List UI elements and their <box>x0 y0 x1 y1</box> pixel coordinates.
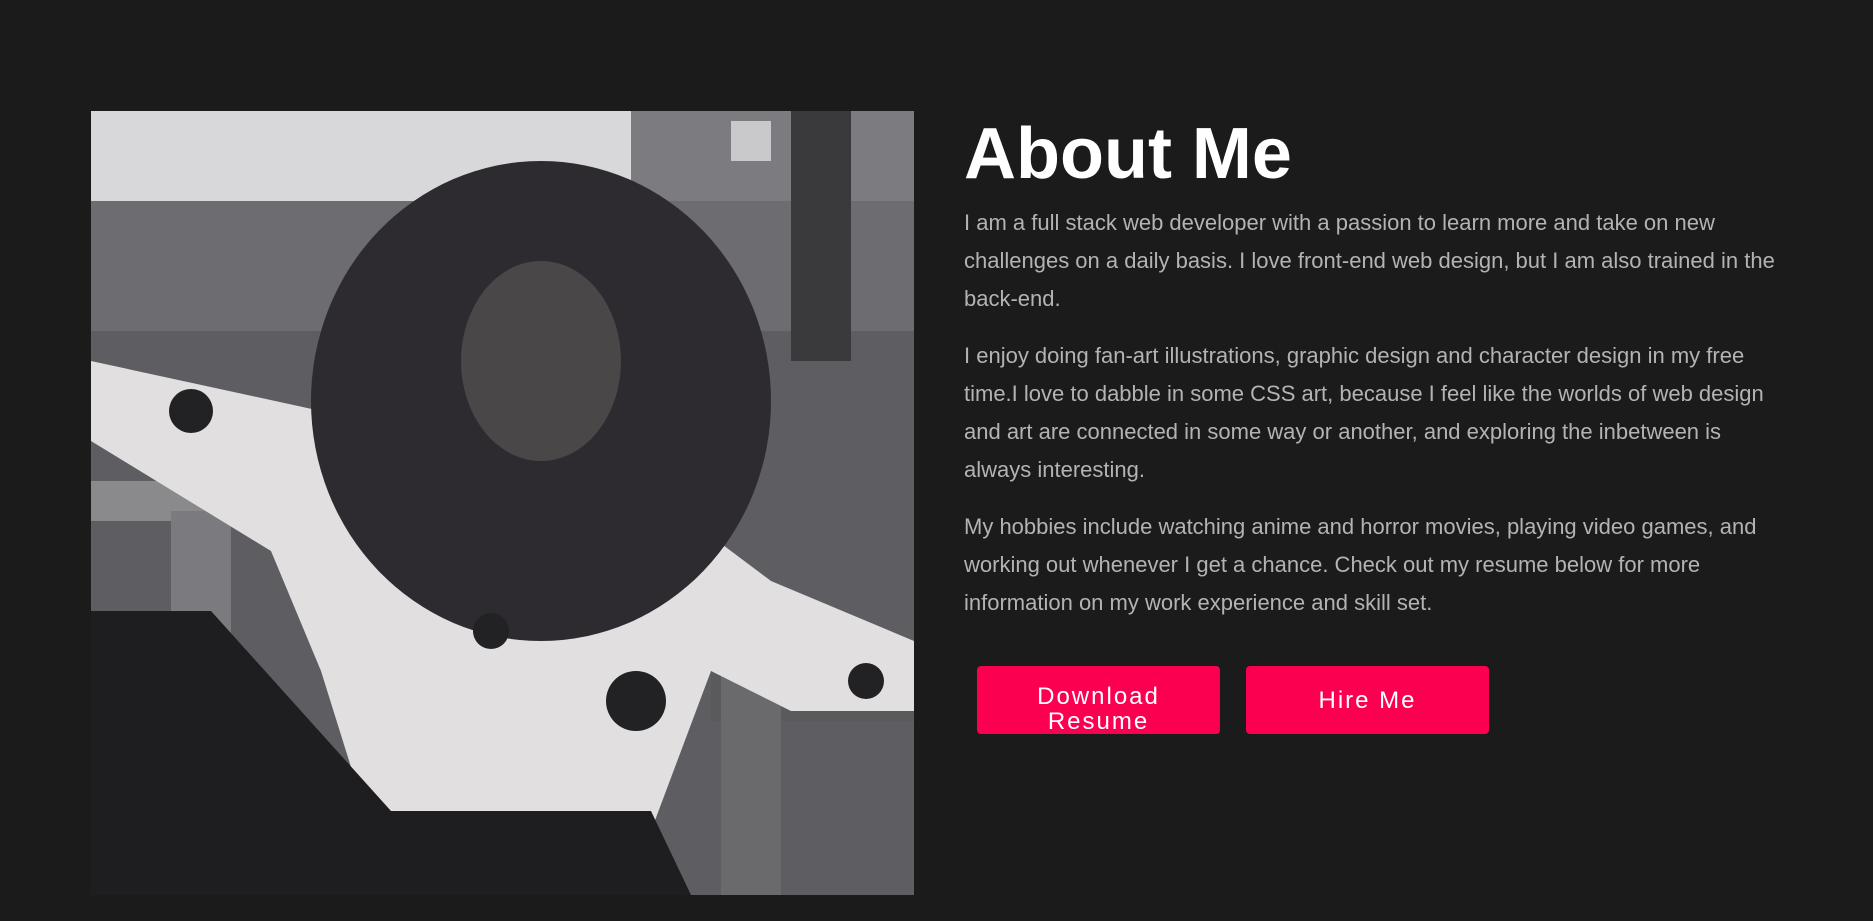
action-buttons: Download Resume Hire Me <box>977 666 1489 734</box>
about-paragraph-2: I enjoy doing fan-art illustrations, gra… <box>964 343 1764 482</box>
hire-me-button[interactable]: Hire Me <box>1246 666 1489 734</box>
hire-me-label: Hire Me <box>1318 686 1417 714</box>
about-paragraph-3: My hobbies include watching anime and ho… <box>964 514 1757 615</box>
profile-photo-image <box>91 111 914 895</box>
download-resume-button[interactable]: Download Resume <box>977 666 1220 734</box>
download-resume-label: Download Resume <box>1037 683 1160 734</box>
about-section: About Me I am a full stack web developer… <box>0 0 1873 921</box>
about-paragraph-1: I am a full stack web developer with a p… <box>964 210 1775 311</box>
page-title: About Me <box>964 114 1292 194</box>
about-content: About Me I am a full stack web developer… <box>964 108 1794 641</box>
profile-photo <box>91 111 914 895</box>
